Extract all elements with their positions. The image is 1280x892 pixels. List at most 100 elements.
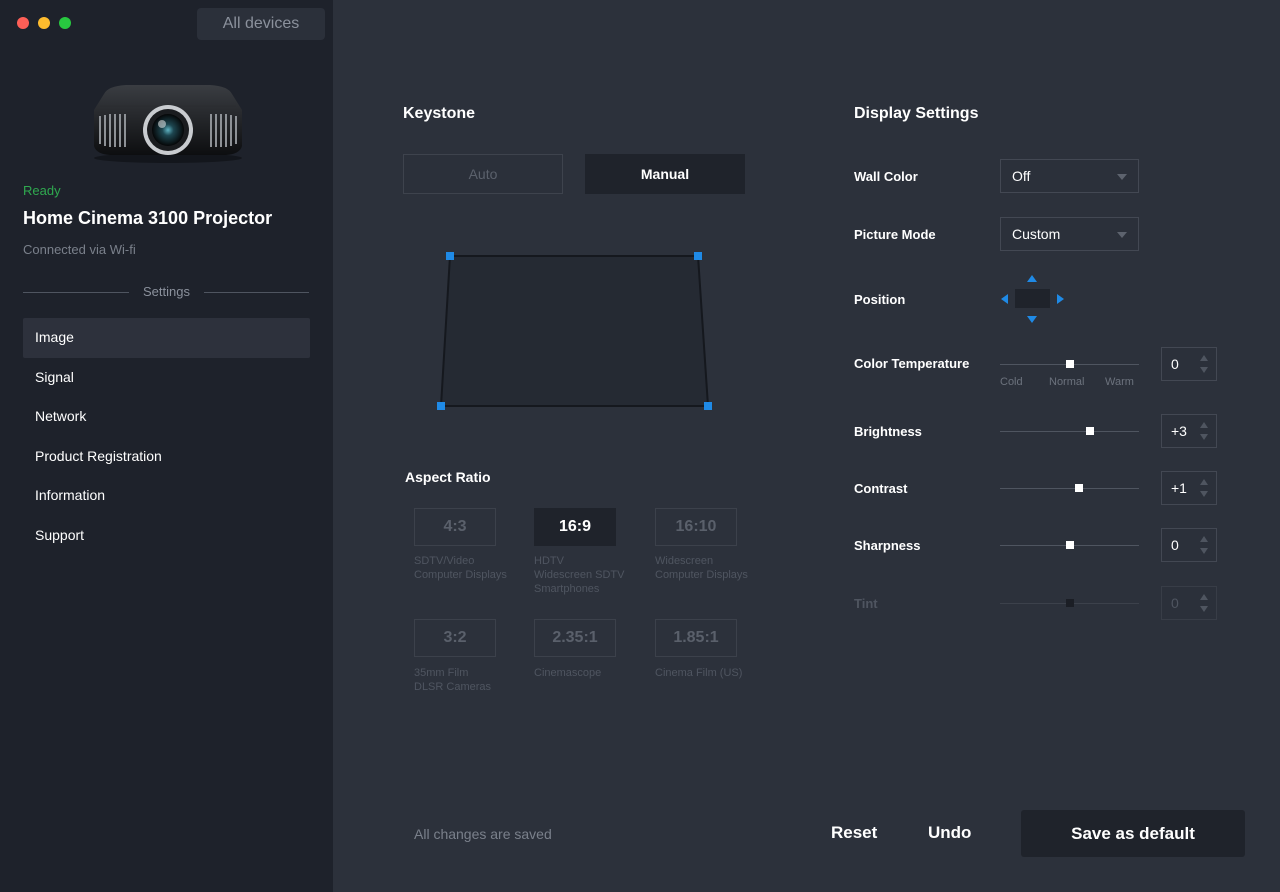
connection-status: Connected via Wi-fi	[23, 242, 136, 257]
display-settings-title: Display Settings	[854, 105, 979, 122]
chevron-down-icon	[1117, 232, 1127, 238]
brightness-label: Brightness	[854, 424, 922, 439]
sidebar-item-image[interactable]: Image	[23, 318, 310, 358]
increment-arrow-icon[interactable]	[1200, 479, 1208, 485]
sidebar: All devices Ready Home Cinema 3100 Proje…	[0, 0, 333, 892]
picture-mode-label: Picture Mode	[854, 227, 936, 242]
position-up-arrow-icon[interactable]	[1027, 275, 1037, 282]
sidebar-nav: Image Signal Network Product Registratio…	[23, 318, 310, 555]
tint-value: 0	[1171, 595, 1179, 611]
sharpness-value: 0	[1171, 537, 1179, 553]
temperature-tick-warm: Warm	[1105, 376, 1134, 388]
temperature-tick-normal: Normal	[1049, 376, 1085, 388]
aspect-ratio-2-35-1-description: Cinemascope	[534, 667, 602, 679]
keystone-handle-bottom-left[interactable]	[437, 402, 445, 410]
tint-stepper: 0	[1161, 586, 1217, 620]
save-status-text: All changes are saved	[414, 826, 552, 842]
contrast-value: +1	[1171, 480, 1187, 496]
decrement-arrow-icon[interactable]	[1200, 434, 1208, 440]
keystone-manual-button[interactable]: Manual	[585, 154, 745, 194]
undo-button[interactable]: Undo	[928, 823, 971, 843]
keystone-title: Keystone	[403, 105, 476, 122]
increment-arrow-icon	[1200, 594, 1208, 600]
decrement-arrow-icon[interactable]	[1200, 548, 1208, 554]
decrement-arrow-icon	[1200, 606, 1208, 612]
window-maximize-button[interactable]	[59, 17, 71, 29]
picture-mode-value: Custom	[1012, 226, 1061, 242]
increment-arrow-icon[interactable]	[1200, 536, 1208, 542]
projector-image	[94, 85, 242, 163]
aspect-ratio-3-2-button[interactable]: 3:2	[414, 619, 496, 657]
aspect-ratio-1-85-1-description: Cinema Film (US)	[655, 667, 743, 679]
keystone-preview	[437, 252, 712, 410]
decrement-arrow-icon[interactable]	[1200, 367, 1208, 373]
keystone-handle-top-right[interactable]	[694, 252, 702, 260]
increment-arrow-icon[interactable]	[1200, 422, 1208, 428]
slider-track	[1000, 431, 1139, 432]
keystone-shape	[439, 255, 710, 407]
color-temperature-label: Color Temperature	[854, 356, 970, 371]
device-status: Ready	[23, 183, 61, 198]
position-label: Position	[854, 292, 906, 307]
all-devices-button[interactable]: All devices	[197, 8, 325, 40]
aspect-ratio-16-10-button[interactable]: 16:10	[655, 508, 737, 546]
slider-track	[1000, 488, 1139, 489]
color-temperature-value: 0	[1171, 356, 1179, 372]
brightness-slider[interactable]	[1000, 426, 1139, 436]
chevron-down-icon	[1117, 174, 1127, 180]
color-temperature-stepper[interactable]: 0	[1161, 347, 1217, 381]
color-temperature-slider[interactable]	[1000, 359, 1139, 369]
window-close-button[interactable]	[17, 17, 29, 29]
sidebar-item-support[interactable]: Support	[23, 516, 310, 556]
reset-button[interactable]: Reset	[831, 823, 877, 843]
temperature-tick-cold: Cold	[1000, 376, 1023, 388]
sharpness-slider[interactable]	[1000, 540, 1139, 550]
wall-color-select[interactable]: Off	[1000, 159, 1139, 193]
position-pad	[998, 272, 1068, 324]
device-name: Home Cinema 3100 Projector	[23, 208, 273, 228]
save-as-default-button[interactable]: Save as default	[1021, 810, 1245, 857]
tint-slider	[1000, 598, 1139, 608]
window-minimize-button[interactable]	[38, 17, 50, 29]
brightness-value: +3	[1171, 423, 1187, 439]
sidebar-item-network[interactable]: Network	[23, 397, 310, 437]
wall-color-label: Wall Color	[854, 169, 918, 184]
aspect-ratio-title: Aspect Ratio	[405, 469, 491, 485]
picture-mode-select[interactable]: Custom	[1000, 217, 1139, 251]
aspect-ratio-2-35-1-button[interactable]: 2.35:1	[534, 619, 616, 657]
brightness-stepper[interactable]: +3	[1161, 414, 1217, 448]
divider-line-left	[23, 292, 129, 293]
wall-color-value: Off	[1012, 168, 1031, 184]
divider-line-right	[204, 292, 309, 293]
slider-thumb[interactable]	[1065, 541, 1074, 549]
sharpness-label: Sharpness	[854, 538, 921, 553]
aspect-ratio-16-9-description: HDTV Widescreen SDTV Smartphones	[534, 555, 625, 595]
slider-thumb[interactable]	[1065, 360, 1074, 368]
contrast-stepper[interactable]: +1	[1161, 471, 1217, 505]
aspect-ratio-16-9-button[interactable]: 16:9	[534, 508, 616, 546]
tint-label: Tint	[854, 596, 878, 611]
aspect-ratio-4-3-button[interactable]: 4:3	[414, 508, 496, 546]
position-center	[1015, 289, 1050, 308]
sidebar-item-information[interactable]: Information	[23, 476, 310, 516]
slider-thumb[interactable]	[1075, 484, 1084, 492]
decrement-arrow-icon[interactable]	[1200, 491, 1208, 497]
sidebar-item-product-registration[interactable]: Product Registration	[23, 437, 310, 477]
keystone-auto-button[interactable]: Auto	[403, 154, 563, 194]
keystone-handle-top-left[interactable]	[446, 252, 454, 260]
aspect-ratio-16-10-description: Widescreen Computer Displays	[655, 555, 748, 581]
keystone-handle-bottom-right[interactable]	[704, 402, 712, 410]
increment-arrow-icon[interactable]	[1200, 355, 1208, 361]
position-down-arrow-icon[interactable]	[1027, 316, 1037, 323]
aspect-ratio-1-85-1-button[interactable]: 1.85:1	[655, 619, 737, 657]
sidebar-item-signal[interactable]: Signal	[23, 358, 310, 398]
aspect-ratio-3-2-description: 35mm Film DLSR Cameras	[414, 667, 492, 693]
slider-thumb	[1065, 599, 1074, 607]
sharpness-stepper[interactable]: 0	[1161, 528, 1217, 562]
position-right-arrow-icon[interactable]	[1057, 294, 1064, 304]
slider-thumb[interactable]	[1086, 427, 1095, 435]
settings-divider: Settings	[23, 284, 309, 300]
contrast-slider[interactable]	[1000, 483, 1139, 493]
aspect-ratio-4-3-description: SDTV/Video Computer Displays	[414, 555, 507, 581]
position-left-arrow-icon[interactable]	[1001, 294, 1008, 304]
